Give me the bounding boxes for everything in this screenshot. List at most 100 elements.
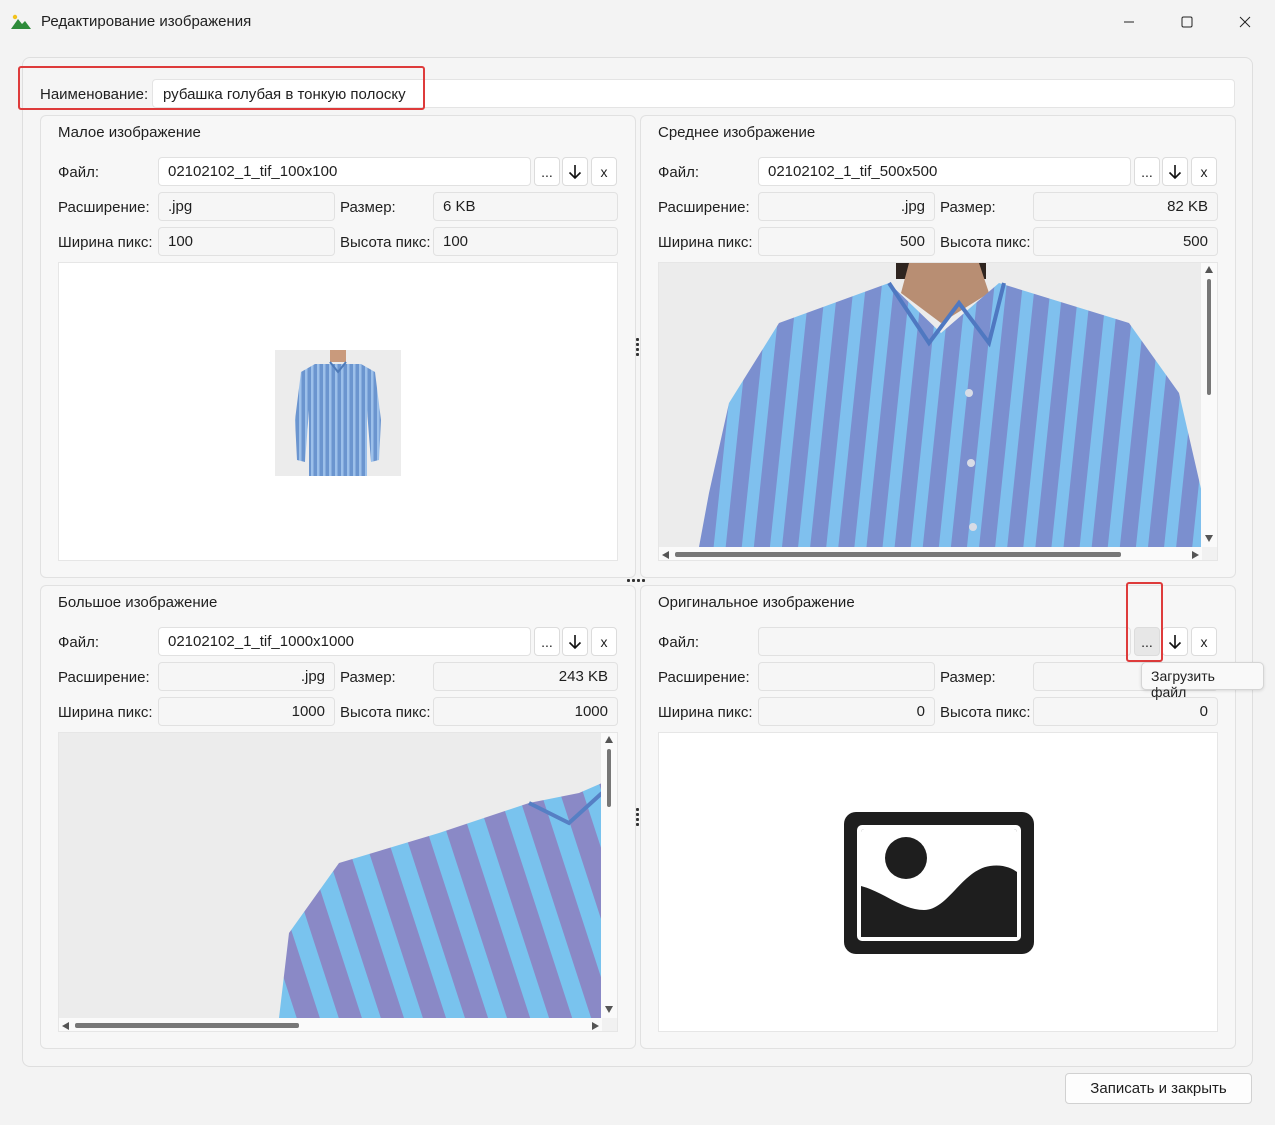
large-file-input[interactable]: 02102102_1_tif_1000x1000: [158, 627, 531, 656]
width-label: Ширина пикс:: [58, 704, 153, 721]
medium-hscroll-thumb[interactable]: [675, 552, 1121, 557]
large-clear-button[interactable]: x: [591, 627, 617, 656]
medium-width-field: 500: [758, 227, 935, 256]
medium-vscroll-thumb[interactable]: [1207, 279, 1211, 395]
small-extension-field: .jpg: [158, 192, 335, 221]
medium-vertical-scrollbar[interactable]: [1201, 263, 1217, 547]
large-horizontal-scrollbar[interactable]: [59, 1018, 602, 1031]
size-label: Размер:: [940, 669, 996, 686]
height-label: Высота пикс:: [940, 704, 1031, 721]
large-image-title: Большое изображение: [58, 594, 218, 611]
arrow-down-icon: [1168, 164, 1182, 179]
large-vertical-scrollbar[interactable]: [601, 733, 617, 1018]
vertical-splitter-top[interactable]: [636, 338, 639, 358]
scroll-right-icon: [1192, 551, 1199, 559]
size-label: Размер:: [340, 669, 396, 686]
large-width-field: 1000: [158, 697, 335, 726]
original-image-title: Оригинальное изображение: [658, 594, 855, 611]
image-placeholder-icon: [844, 812, 1034, 954]
scroll-down-icon: [605, 1006, 613, 1013]
small-height-field: 100: [433, 227, 618, 256]
original-file-input[interactable]: [758, 627, 1131, 656]
vertical-splitter-bottom[interactable]: [636, 808, 639, 828]
medium-browse-button[interactable]: ...: [1134, 157, 1160, 186]
minimize-button[interactable]: [1100, 0, 1158, 44]
large-hscroll-thumb[interactable]: [75, 1023, 299, 1028]
horizontal-splitter[interactable]: [627, 579, 647, 582]
arrow-down-icon: [1168, 634, 1182, 649]
original-extension-field: [758, 662, 935, 691]
save-and-close-button[interactable]: Записать и закрыть: [1065, 1073, 1252, 1104]
original-height-field: 0: [1033, 697, 1218, 726]
original-clear-button[interactable]: x: [1191, 627, 1217, 656]
arrow-down-icon: [568, 164, 582, 179]
extension-label: Расширение:: [58, 669, 150, 686]
small-browse-button[interactable]: ...: [534, 157, 560, 186]
close-icon: [1239, 16, 1251, 28]
medium-image-group: Среднее изображение Файл: 02102102_1_tif…: [640, 115, 1236, 578]
small-image-group: Малое изображение Файл: 02102102_1_tif_1…: [40, 115, 636, 578]
scroll-right-icon: [592, 1022, 599, 1030]
size-label: Размер:: [340, 199, 396, 216]
small-width-field: 100: [158, 227, 335, 256]
large-size-field: 243 KB: [433, 662, 618, 691]
scroll-left-icon: [62, 1022, 69, 1030]
small-image-title: Малое изображение: [58, 124, 201, 141]
original-image-group: Оригинальное изображение Файл: ... x Рас…: [640, 585, 1236, 1049]
window-title: Редактирование изображения: [41, 13, 252, 30]
large-image-group: Большое изображение Файл: 02102102_1_tif…: [40, 585, 636, 1049]
small-download-button[interactable]: [562, 157, 588, 186]
width-label: Ширина пикс:: [58, 234, 153, 251]
medium-image-preview: [658, 262, 1218, 561]
medium-horizontal-scrollbar[interactable]: [659, 547, 1202, 560]
original-browse-button[interactable]: ...: [1134, 627, 1160, 656]
landscape-image-icon: [11, 14, 31, 29]
scroll-up-icon: [605, 736, 613, 743]
width-label: Ширина пикс:: [658, 234, 753, 251]
name-input[interactable]: рубашка голубая в тонкую полоску: [152, 79, 1235, 108]
medium-size-field: 82 KB: [1033, 192, 1218, 221]
minimize-icon: [1124, 21, 1134, 23]
small-size-field: 6 KB: [433, 192, 618, 221]
small-image-preview: [58, 262, 618, 561]
large-extension-field: .jpg: [158, 662, 335, 691]
height-label: Высота пикс:: [340, 704, 431, 721]
scroll-left-icon: [662, 551, 669, 559]
maximize-button[interactable]: [1158, 0, 1216, 44]
name-label: Наименование:: [40, 86, 149, 103]
original-download-button[interactable]: [1162, 627, 1188, 656]
large-download-button[interactable]: [562, 627, 588, 656]
large-height-field: 1000: [433, 697, 618, 726]
medium-file-input[interactable]: 02102102_1_tif_500x500: [758, 157, 1131, 186]
scroll-up-icon: [1205, 266, 1213, 273]
scroll-down-icon: [1205, 535, 1213, 542]
extension-label: Расширение:: [658, 669, 750, 686]
small-file-input[interactable]: 02102102_1_tif_100x100: [158, 157, 531, 186]
small-clear-button[interactable]: x: [591, 157, 617, 186]
shirt-image: [659, 263, 1202, 547]
maximize-icon: [1181, 16, 1193, 28]
large-browse-button[interactable]: ...: [534, 627, 560, 656]
file-label: Файл:: [58, 164, 100, 181]
extension-label: Расширение:: [58, 199, 150, 216]
width-label: Ширина пикс:: [658, 704, 753, 721]
title-bar: Редактирование изображения: [0, 0, 1275, 44]
shirt-image: [59, 733, 602, 1018]
medium-extension-field: .jpg: [758, 192, 935, 221]
extension-label: Расширение:: [658, 199, 750, 216]
original-width-field: 0: [758, 697, 935, 726]
height-label: Высота пикс:: [940, 234, 1031, 251]
load-file-tooltip: Загрузить файл: [1141, 662, 1264, 700]
file-label: Файл:: [658, 634, 700, 651]
shirt-thumbnail: [275, 350, 401, 476]
medium-height-field: 500: [1033, 227, 1218, 256]
large-image-preview: [58, 732, 618, 1032]
large-vscroll-thumb[interactable]: [607, 749, 611, 807]
medium-image-title: Среднее изображение: [658, 124, 816, 141]
file-label: Файл:: [658, 164, 700, 181]
file-label: Файл:: [58, 634, 100, 651]
close-button[interactable]: [1216, 0, 1274, 44]
height-label: Высота пикс:: [340, 234, 431, 251]
medium-clear-button[interactable]: x: [1191, 157, 1217, 186]
medium-download-button[interactable]: [1162, 157, 1188, 186]
